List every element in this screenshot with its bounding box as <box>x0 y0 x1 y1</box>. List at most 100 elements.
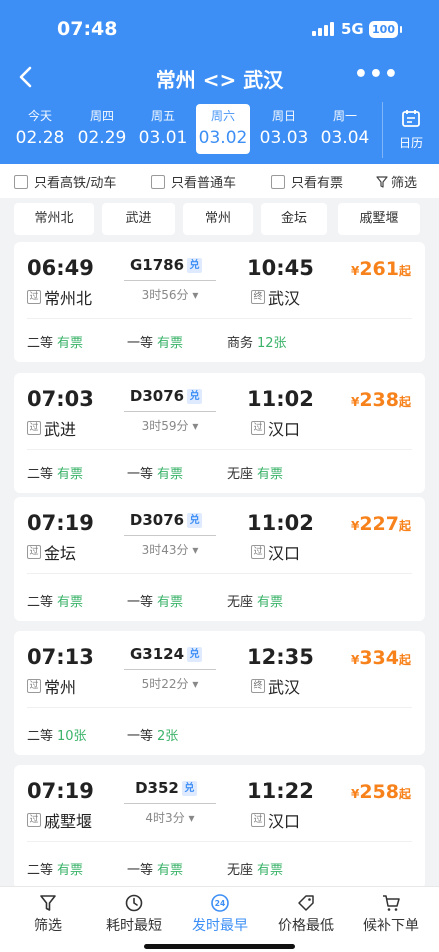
seat-class-name: 一等 <box>127 467 154 482</box>
seat-availability: 有票 <box>57 467 84 482</box>
date-weekday: 周六 <box>210 109 235 123</box>
checkbox-available[interactable]: 只看有票 <box>271 172 343 191</box>
bottom-label: 筛选 <box>34 918 62 934</box>
duration[interactable]: 3时59分 ▾ <box>124 417 216 434</box>
train-card[interactable]: 06:49 G1786 兑 3时56分 ▾ 10:45 过常州北 终武汉 ¥261… <box>14 242 425 362</box>
seat-availability: 有票 <box>57 595 84 610</box>
24h-badge: 24 <box>215 899 225 908</box>
duration[interactable]: 4时3分 ▾ <box>124 809 216 826</box>
sort-lowest-price[interactable]: 价格最低 <box>263 893 349 935</box>
chevron-left-icon <box>19 66 32 88</box>
seat-class: 商务 12张 <box>227 332 287 351</box>
filter-icon <box>376 175 388 188</box>
arrival-time: 10:45 <box>247 256 314 280</box>
seat-availability: 有票 <box>157 595 184 610</box>
filter-button[interactable]: 筛选 <box>376 172 417 191</box>
date-tab-1[interactable]: 周四 02.29 <box>73 104 131 154</box>
divider <box>27 707 412 708</box>
pass-tag: 过 <box>27 545 41 559</box>
price-tag-icon <box>298 895 314 911</box>
route-line <box>124 803 216 804</box>
duration[interactable]: 3时43分 ▾ <box>124 541 216 558</box>
seat-class: 无座 有票 <box>227 859 283 878</box>
pass-tag: 过 <box>27 679 41 693</box>
departure-station: 过常州 <box>27 674 76 698</box>
seat-class: 无座 有票 <box>227 591 283 610</box>
seat-class: 一等 有票 <box>127 859 183 878</box>
seat-availability: 有票 <box>57 863 84 878</box>
status-bar: 07:48 5G 100 <box>0 0 439 56</box>
sort-earliest-departure[interactable]: 24 发时最早 <box>177 893 263 935</box>
seat-class: 一等 有票 <box>127 463 183 482</box>
station-name: 金坛 <box>44 544 77 563</box>
divider <box>27 449 412 450</box>
caret-down-icon: ▾ <box>188 811 195 825</box>
checkbox-high-speed[interactable]: 只看高铁/动车 <box>14 172 116 191</box>
bottom-label: 耗时最短 <box>106 918 162 934</box>
date-weekday: 周四 <box>89 109 114 123</box>
pass-tag: 过 <box>251 813 265 827</box>
checkbox-normal-train[interactable]: 只看普通车 <box>151 172 236 191</box>
price: ¥258起 <box>351 781 411 803</box>
waitlist-order-button[interactable]: 候补下单 <box>348 893 434 935</box>
date-tab-5[interactable]: 周一 03.04 <box>316 104 374 154</box>
bottom-filter-button[interactable]: 筛选 <box>5 893 91 935</box>
seat-availability: 10张 <box>57 729 87 744</box>
train-number: D3076 <box>129 387 185 405</box>
duration[interactable]: 3时56分 ▾ <box>124 286 216 303</box>
station-chip[interactable]: 金坛 <box>261 203 327 235</box>
departure-station: 过常州北 <box>27 285 92 309</box>
date-tab-0[interactable]: 今天 02.28 <box>11 104 69 154</box>
arrival-station: 过汉口 <box>251 808 300 832</box>
station-name: 汉口 <box>268 812 301 831</box>
route-line <box>124 669 216 670</box>
train-number: G3124 <box>129 645 185 663</box>
exchange-badge: 兑 <box>187 389 203 404</box>
calendar-button[interactable]: 日历 <box>382 102 439 158</box>
sort-shortest-duration[interactable]: 耗时最短 <box>91 893 177 935</box>
train-card[interactable]: 07:03 D3076 兑 3时59分 ▾ 11:02 过武进 过汉口 ¥238起… <box>14 373 425 493</box>
seat-class-name: 二等 <box>27 729 54 744</box>
more-button[interactable]: ••• <box>354 62 399 87</box>
signal-icon <box>312 22 334 36</box>
station-name: 武汉 <box>268 678 301 697</box>
pass-tag: 过 <box>27 290 41 304</box>
station-chip[interactable]: 戚墅堰 <box>338 203 420 235</box>
date-tab-4[interactable]: 周日 03.03 <box>255 104 313 154</box>
filter-row: 只看高铁/动车 只看普通车 只看有票 筛选 <box>0 164 439 198</box>
train-code: D3076 兑 <box>126 511 206 529</box>
seat-availability: 有票 <box>257 467 284 482</box>
seat-class-name: 二等 <box>27 467 54 482</box>
checkbox-icon <box>151 174 165 189</box>
cart-icon <box>383 895 400 911</box>
train-card[interactable]: 07:19 D352 兑 4时3分 ▾ 11:22 过戚墅堰 过汉口 ¥258起 … <box>14 765 425 889</box>
caret-down-icon: ▾ <box>192 419 199 433</box>
train-card[interactable]: 07:13 G3124 兑 5时22分 ▾ 12:35 过常州 终武汉 ¥334起… <box>14 631 425 755</box>
duration[interactable]: 5时22分 ▾ <box>124 675 216 692</box>
station-filter-row: 常州北 武进 常州 金坛 戚墅堰 <box>0 203 439 237</box>
station-chip[interactable]: 武进 <box>102 203 175 235</box>
seat-class-name: 二等 <box>27 336 54 351</box>
24h-icon: 24 <box>211 894 229 912</box>
duration-text: 5时22分 <box>141 677 189 691</box>
departure-time: 07:19 <box>27 511 94 535</box>
train-card[interactable]: 07:19 D3076 兑 3时43分 ▾ 11:02 过金坛 过汉口 ¥227起… <box>14 497 425 621</box>
checkbox-icon <box>14 174 28 189</box>
pass-tag: 过 <box>27 813 41 827</box>
checkbox-label: 只看高铁/动车 <box>34 176 117 191</box>
date-tab-3-selected[interactable]: 周六 03.02 <box>196 104 250 154</box>
date-tab-2[interactable]: 周五 03.01 <box>134 104 192 154</box>
seat-class: 二等 有票 <box>27 591 83 610</box>
seat-availability: 有票 <box>257 863 284 878</box>
station-chip[interactable]: 常州北 <box>14 203 94 235</box>
price-value: 258 <box>359 781 399 803</box>
back-button[interactable] <box>14 64 40 90</box>
departure-time: 06:49 <box>27 256 94 280</box>
date-value: 02.28 <box>15 128 65 148</box>
seat-class: 二等 10张 <box>27 725 87 744</box>
home-indicator <box>144 944 295 949</box>
clock-icon <box>125 894 143 912</box>
calendar-label: 日历 <box>398 136 423 150</box>
station-chip[interactable]: 常州 <box>183 203 253 235</box>
date-value: 03.04 <box>320 128 370 148</box>
